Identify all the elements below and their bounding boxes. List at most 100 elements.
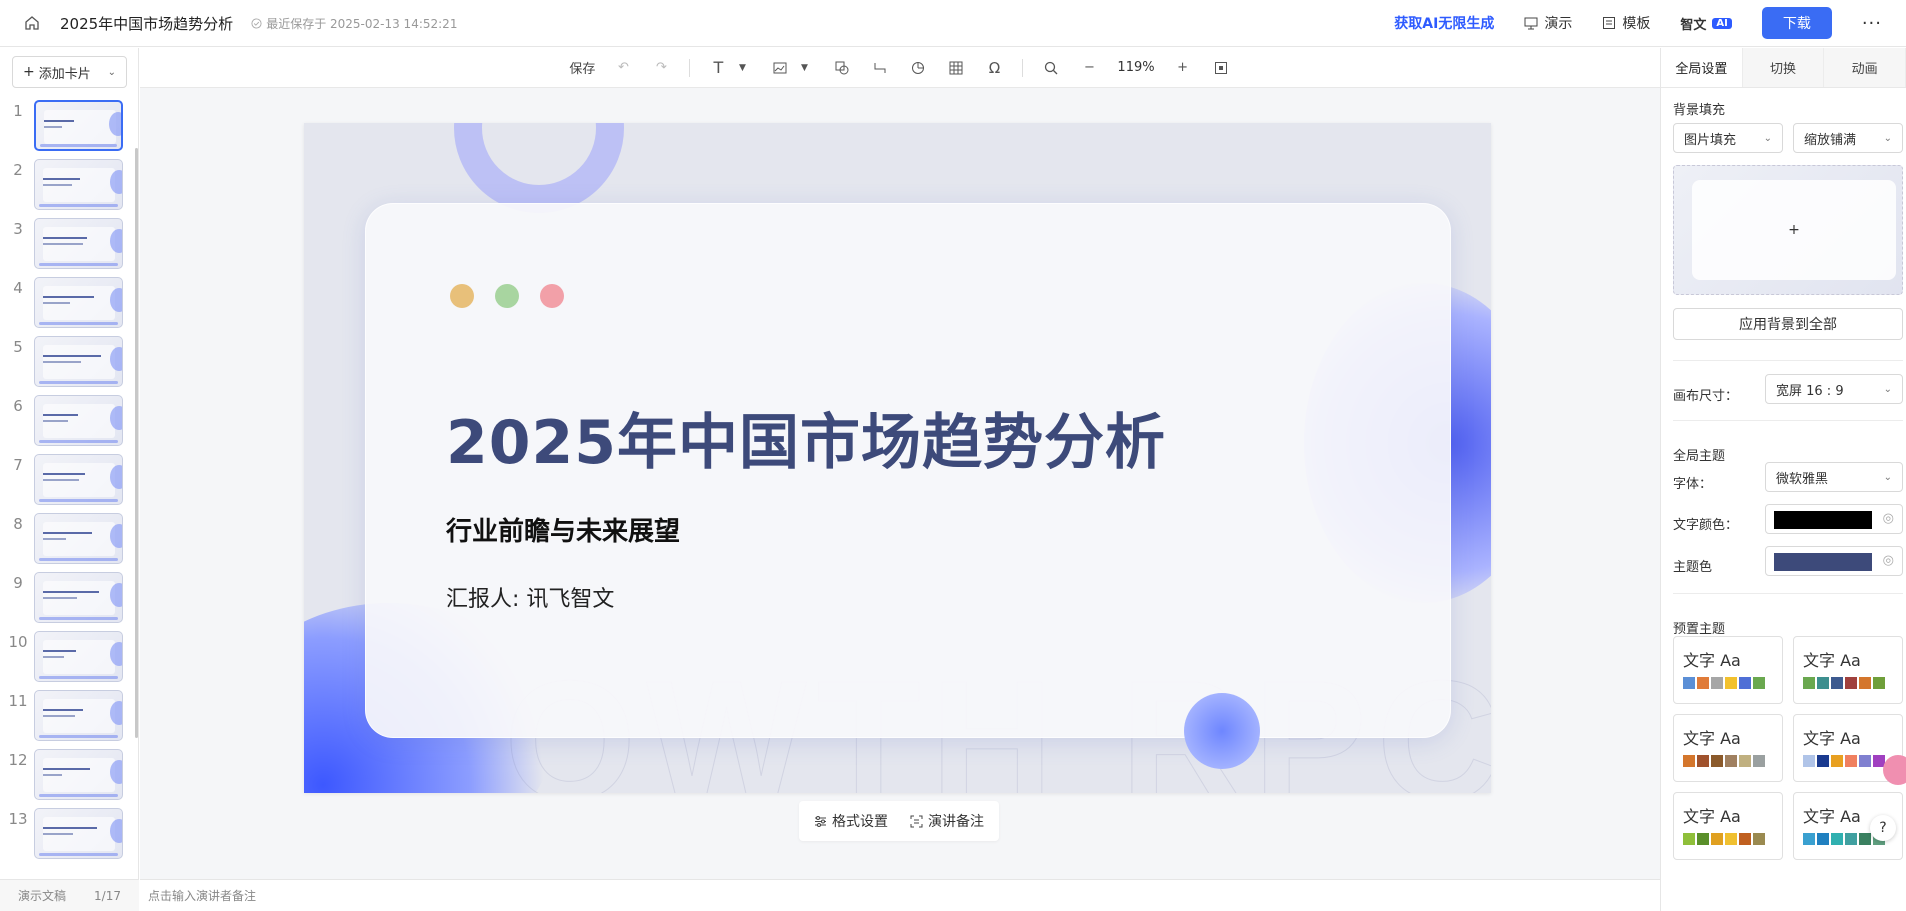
background-preview[interactable]: +: [1673, 165, 1903, 295]
download-button[interactable]: 下载: [1761, 7, 1832, 39]
slide-thumbnail-row[interactable]: 11: [0, 690, 139, 744]
slide-thumbnail[interactable]: [34, 218, 123, 269]
thumbnail-text-line: [43, 414, 78, 416]
canvas-size-select[interactable]: 宽屏 16 : 9 ⌄: [1765, 374, 1903, 404]
preset-theme-card[interactable]: 文字 Aa: [1673, 636, 1783, 704]
slide-thumbnail[interactable]: [34, 277, 123, 328]
slide-thumbnail[interactable]: [34, 690, 123, 741]
search-icon[interactable]: [1041, 58, 1061, 78]
shape-tool-icon[interactable]: [832, 58, 852, 78]
thumbnail-blob: [110, 347, 122, 371]
slide-thumbnail-row[interactable]: 5: [0, 336, 139, 390]
slide-thumbnail-row[interactable]: 9: [0, 572, 139, 626]
thumbnail-accent: [39, 263, 118, 266]
fit-screen-icon[interactable]: [1211, 58, 1231, 78]
preset-theme-card[interactable]: 文字 Aa: [1673, 792, 1783, 860]
slide-thumbnail-row[interactable]: 8: [0, 513, 139, 567]
slide-thumbnail[interactable]: [34, 100, 123, 151]
speaker-notes-button[interactable]: 演讲备注: [910, 811, 984, 831]
slide-thumbnail-row[interactable]: 1: [0, 100, 139, 154]
tab-global-settings[interactable]: 全局设置: [1661, 48, 1743, 87]
thumbnail-scrollbar[interactable]: [135, 148, 138, 738]
thumbnail-text-line: [43, 833, 73, 835]
fill-mode-select[interactable]: 缩放铺满 ⌄: [1793, 123, 1903, 153]
palette-swatch: [1753, 755, 1765, 767]
slide-thumbnail-row[interactable]: 12: [0, 749, 139, 803]
document-title[interactable]: 2025年中国市场趋势分析: [60, 13, 233, 34]
zoom-in-icon[interactable]: +: [1173, 58, 1193, 78]
slide-thumbnail[interactable]: [34, 513, 123, 564]
image-tool-icon[interactable]: [770, 58, 790, 78]
slide-canvas[interactable]: OWTH RPC 2025年中国市场趋势分析 行业前瞻与未来展望 汇报人: 讯飞…: [304, 123, 1491, 793]
thumbnail-blob: [110, 288, 122, 312]
preset-theme-card[interactable]: 文字 Aa: [1793, 636, 1903, 704]
fill-type-select[interactable]: 图片填充 ⌄: [1673, 123, 1783, 153]
slide-thumbnail[interactable]: [34, 631, 123, 682]
chart-tool-icon[interactable]: [908, 58, 928, 78]
slide-thumbnail-row[interactable]: 7: [0, 454, 139, 508]
add-card-label: 添加卡片: [38, 66, 91, 82]
slide-thumbnail-row[interactable]: 3: [0, 218, 139, 272]
slide-thumbnail-panel: + 添加卡片 ⌄ 1 2 3 4 5 6 7 8 9 10 11 12 13 演示文稿 1/17: [0, 48, 139, 911]
connector-tool-icon[interactable]: [870, 58, 890, 78]
text-dropdown-icon[interactable]: ▼: [732, 58, 752, 78]
apply-background-all-button[interactable]: 应用背景到全部: [1673, 308, 1903, 340]
redo-icon[interactable]: ↷: [651, 58, 671, 78]
zoom-out-icon[interactable]: −: [1079, 58, 1099, 78]
floating-assistant-badge[interactable]: [1883, 755, 1906, 785]
palette-swatch: [1859, 755, 1871, 767]
window-dot-green: [495, 284, 519, 308]
present-button[interactable]: 演示: [1524, 13, 1572, 33]
tab-animation[interactable]: 动画: [1824, 48, 1906, 87]
palette-swatch: [1683, 677, 1695, 689]
slide-thumbnail[interactable]: [34, 336, 123, 387]
tab-transition[interactable]: 切换: [1742, 48, 1825, 87]
title-card[interactable]: 2025年中国市场趋势分析 行业前瞻与未来展望 汇报人: 讯飞智文: [365, 203, 1451, 738]
slide-thumbnail[interactable]: [34, 572, 123, 623]
slide-reporter[interactable]: 汇报人: 讯飞智文: [446, 581, 614, 613]
slide-thumbnail[interactable]: [34, 454, 123, 505]
slide-thumbnail[interactable]: [34, 159, 123, 210]
text-tool-icon[interactable]: T: [708, 58, 728, 78]
notes-icon: [910, 815, 923, 827]
theme-card-title: 文字 Aa: [1683, 807, 1741, 826]
slide-thumbnail[interactable]: [34, 808, 123, 859]
ai-unlimited-link[interactable]: 获取AI无限生成: [1394, 13, 1494, 33]
symbol-tool-icon[interactable]: Ω: [984, 58, 1004, 78]
slide-number: 3: [13, 220, 23, 238]
help-button[interactable]: ?: [1870, 815, 1896, 841]
image-dropdown-icon[interactable]: ▼: [794, 58, 814, 78]
undo-icon[interactable]: ↶: [613, 58, 633, 78]
palette-swatch: [1803, 755, 1815, 767]
more-menu-button[interactable]: ···: [1862, 13, 1882, 34]
slide-title[interactable]: 2025年中国市场趋势分析: [446, 394, 1166, 481]
text-color-picker[interactable]: ◎: [1765, 504, 1903, 534]
slide-thumbnail-row[interactable]: 13: [0, 808, 139, 862]
template-button[interactable]: 模板: [1602, 13, 1650, 33]
slide-subtitle[interactable]: 行业前瞻与未来展望: [446, 511, 680, 548]
thumbnail-blob: [110, 583, 122, 607]
slide-number: 11: [8, 692, 28, 710]
slide-number: 13: [8, 810, 28, 828]
thumbnail-blob: [110, 170, 122, 194]
format-settings-button[interactable]: 格式设置: [814, 811, 888, 831]
sliders-icon: [815, 815, 826, 827]
zhiwen-ai-button[interactable]: 智文 AI: [1680, 14, 1732, 33]
save-button[interactable]: 保存: [569, 58, 595, 77]
home-button[interactable]: [12, 3, 52, 43]
theme-color-picker[interactable]: ◎: [1765, 546, 1903, 576]
speaker-notes-input[interactable]: 点击输入演讲者备注: [140, 879, 1660, 911]
save-status-text: 最近保存于 2025-02-13 14:52:21: [266, 16, 458, 31]
slide-thumbnail-row[interactable]: 6: [0, 395, 139, 449]
slide-thumbnail-row[interactable]: 10: [0, 631, 139, 685]
slide-thumbnail-row[interactable]: 2: [0, 159, 139, 213]
table-tool-icon[interactable]: [946, 58, 966, 78]
add-card-button[interactable]: + 添加卡片 ⌄: [12, 56, 127, 88]
font-select[interactable]: 微软雅黑 ⌄: [1765, 462, 1903, 492]
slide-thumbnail[interactable]: [34, 395, 123, 446]
slide-thumbnail[interactable]: [34, 749, 123, 800]
thumbnail-blob: [110, 406, 122, 430]
preset-theme-card[interactable]: 文字 Aa: [1673, 714, 1783, 782]
slide-thumbnail-row[interactable]: 4: [0, 277, 139, 331]
thumbnail-text-line: [43, 473, 85, 475]
